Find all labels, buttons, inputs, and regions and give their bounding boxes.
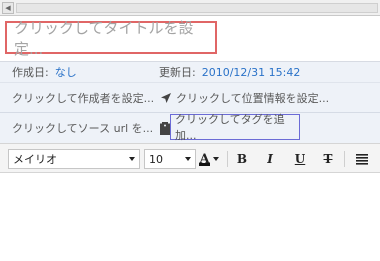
bold-button[interactable]: B	[232, 149, 252, 169]
created-label: 作成日:	[12, 66, 49, 79]
author-placeholder: クリックして作成者を設定...	[12, 91, 155, 105]
font-color-button[interactable]: A	[196, 149, 222, 169]
author-field[interactable]: クリックして作成者を設定...	[12, 83, 154, 112]
toolbar-divider	[227, 151, 228, 167]
updated-date: 更新日: 2010/12/31 15:42	[159, 62, 300, 82]
location-placeholder: クリックして位置情報を設定...	[176, 91, 330, 105]
created-value[interactable]: なし	[55, 64, 77, 80]
font-size-select[interactable]: 10	[144, 149, 196, 169]
chevron-down-icon	[212, 157, 219, 161]
chevron-down-icon	[129, 157, 135, 161]
font-family-value: メイリオ	[13, 153, 57, 166]
title-placeholder: クリックしてタイトルを設定...	[14, 18, 194, 58]
title-input[interactable]: クリックしてタイトルを設定...	[5, 19, 217, 58]
updated-label: 更新日:	[159, 66, 196, 79]
font-color-icon: A	[199, 151, 211, 167]
scroll-left-icon[interactable]: ◀	[2, 2, 14, 14]
title-area: クリックしてタイトルを設定...	[0, 16, 380, 62]
source-url-placeholder: クリックしてソース url を...	[12, 122, 154, 135]
location-field[interactable]: クリックして位置情報を設定...	[160, 83, 329, 112]
chevron-down-icon	[185, 157, 191, 161]
horizontal-scrollbar[interactable]: ◀	[0, 0, 380, 16]
italic-button[interactable]: I	[260, 149, 280, 169]
align-justify-icon	[356, 153, 368, 165]
location-arrow-icon	[161, 92, 171, 103]
scrollbar-track[interactable]	[16, 3, 378, 13]
note-metadata-panel: 作成日: なし 更新日: 2010/12/31 15:42 クリックして作成者を…	[0, 62, 380, 143]
toolbar-divider	[344, 151, 345, 167]
underline-button[interactable]: U	[290, 149, 310, 169]
formatting-toolbar: メイリオ 10 A B I U T	[0, 143, 380, 173]
date-row: 作成日: なし 更新日: 2010/12/31 15:42	[0, 62, 380, 83]
tags-placeholder: クリックしてタグを追加...	[175, 113, 285, 142]
created-date: 作成日: なし	[12, 62, 77, 82]
tags-input[interactable]: クリックしてタグを追加...	[170, 113, 300, 142]
author-location-row: クリックして作成者を設定... クリックして位置情報を設定...	[0, 83, 380, 113]
source-url-field[interactable]: クリックしてソース url を...	[12, 113, 153, 143]
note-body-editor[interactable]	[0, 173, 380, 261]
font-family-select[interactable]: メイリオ	[8, 149, 140, 169]
updated-value[interactable]: 2010/12/31 15:42	[202, 66, 301, 79]
align-justify-button[interactable]	[352, 149, 372, 169]
strikethrough-button[interactable]: T	[318, 149, 338, 169]
font-size-value: 10	[149, 152, 163, 166]
